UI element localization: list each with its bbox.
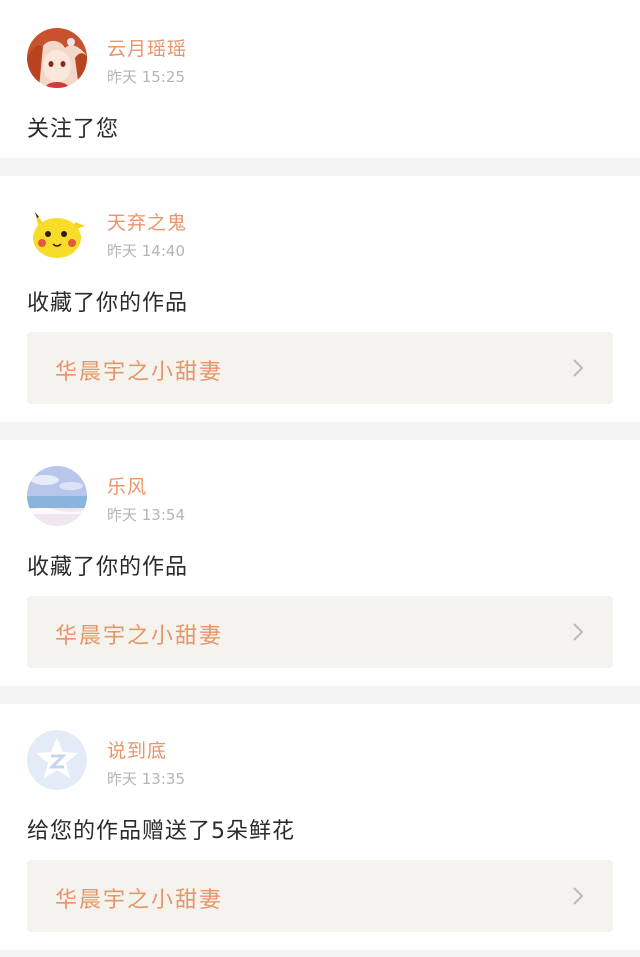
- notification-feed: 云月瑶瑶 昨天 15:25 关注了您 天弃之鬼 昨天 14:40 收藏了你的作品…: [0, 0, 640, 957]
- chevron-right-icon: [573, 623, 584, 641]
- sea-sky-avatar-icon: [27, 466, 87, 526]
- user-name[interactable]: 乐风: [107, 472, 147, 499]
- chevron-right-icon: [573, 359, 584, 377]
- work-link[interactable]: 华晨宇之小甜妻: [27, 860, 613, 932]
- timestamp: 昨天 13:35: [107, 770, 185, 788]
- notification-card: 乐风 昨天 13:54 收藏了你的作品 华晨宇之小甜妻: [0, 440, 640, 686]
- work-link[interactable]: 华晨宇之小甜妻: [27, 332, 613, 404]
- action-text: 给您的作品赠送了5朵鲜花: [27, 819, 295, 844]
- default-star-avatar-icon: [27, 730, 87, 790]
- notification-card: 云月瑶瑶 昨天 15:25 关注了您: [0, 0, 640, 158]
- user-name[interactable]: 说到底: [107, 736, 167, 763]
- user-avatar[interactable]: [27, 28, 87, 88]
- anime-girl-avatar-icon: [27, 28, 87, 88]
- work-title: 华晨宇之小甜妻: [55, 624, 224, 649]
- user-avatar[interactable]: [27, 202, 87, 262]
- pikachu-avatar-icon: [27, 202, 87, 262]
- chevron-right-icon: [573, 887, 584, 905]
- user-avatar[interactable]: [27, 730, 87, 790]
- user-avatar[interactable]: [27, 466, 87, 526]
- timestamp: 昨天 14:40: [107, 242, 185, 260]
- work-link[interactable]: 华晨宇之小甜妻: [27, 596, 613, 668]
- action-text: 收藏了你的作品: [27, 291, 189, 316]
- timestamp: 昨天 15:25: [107, 68, 185, 86]
- action-text: 关注了您: [27, 117, 120, 142]
- action-text: 收藏了你的作品: [27, 555, 189, 580]
- notification-card: 天弃之鬼 昨天 14:40 收藏了你的作品 华晨宇之小甜妻: [0, 176, 640, 422]
- work-title: 华晨宇之小甜妻: [55, 360, 224, 385]
- user-name[interactable]: 云月瑶瑶: [107, 34, 187, 61]
- notification-card: 说到底 昨天 13:35 给您的作品赠送了5朵鲜花 华晨宇之小甜妻: [0, 704, 640, 950]
- user-name[interactable]: 天弃之鬼: [107, 208, 187, 235]
- work-title: 华晨宇之小甜妻: [55, 888, 224, 913]
- timestamp: 昨天 13:54: [107, 506, 185, 524]
